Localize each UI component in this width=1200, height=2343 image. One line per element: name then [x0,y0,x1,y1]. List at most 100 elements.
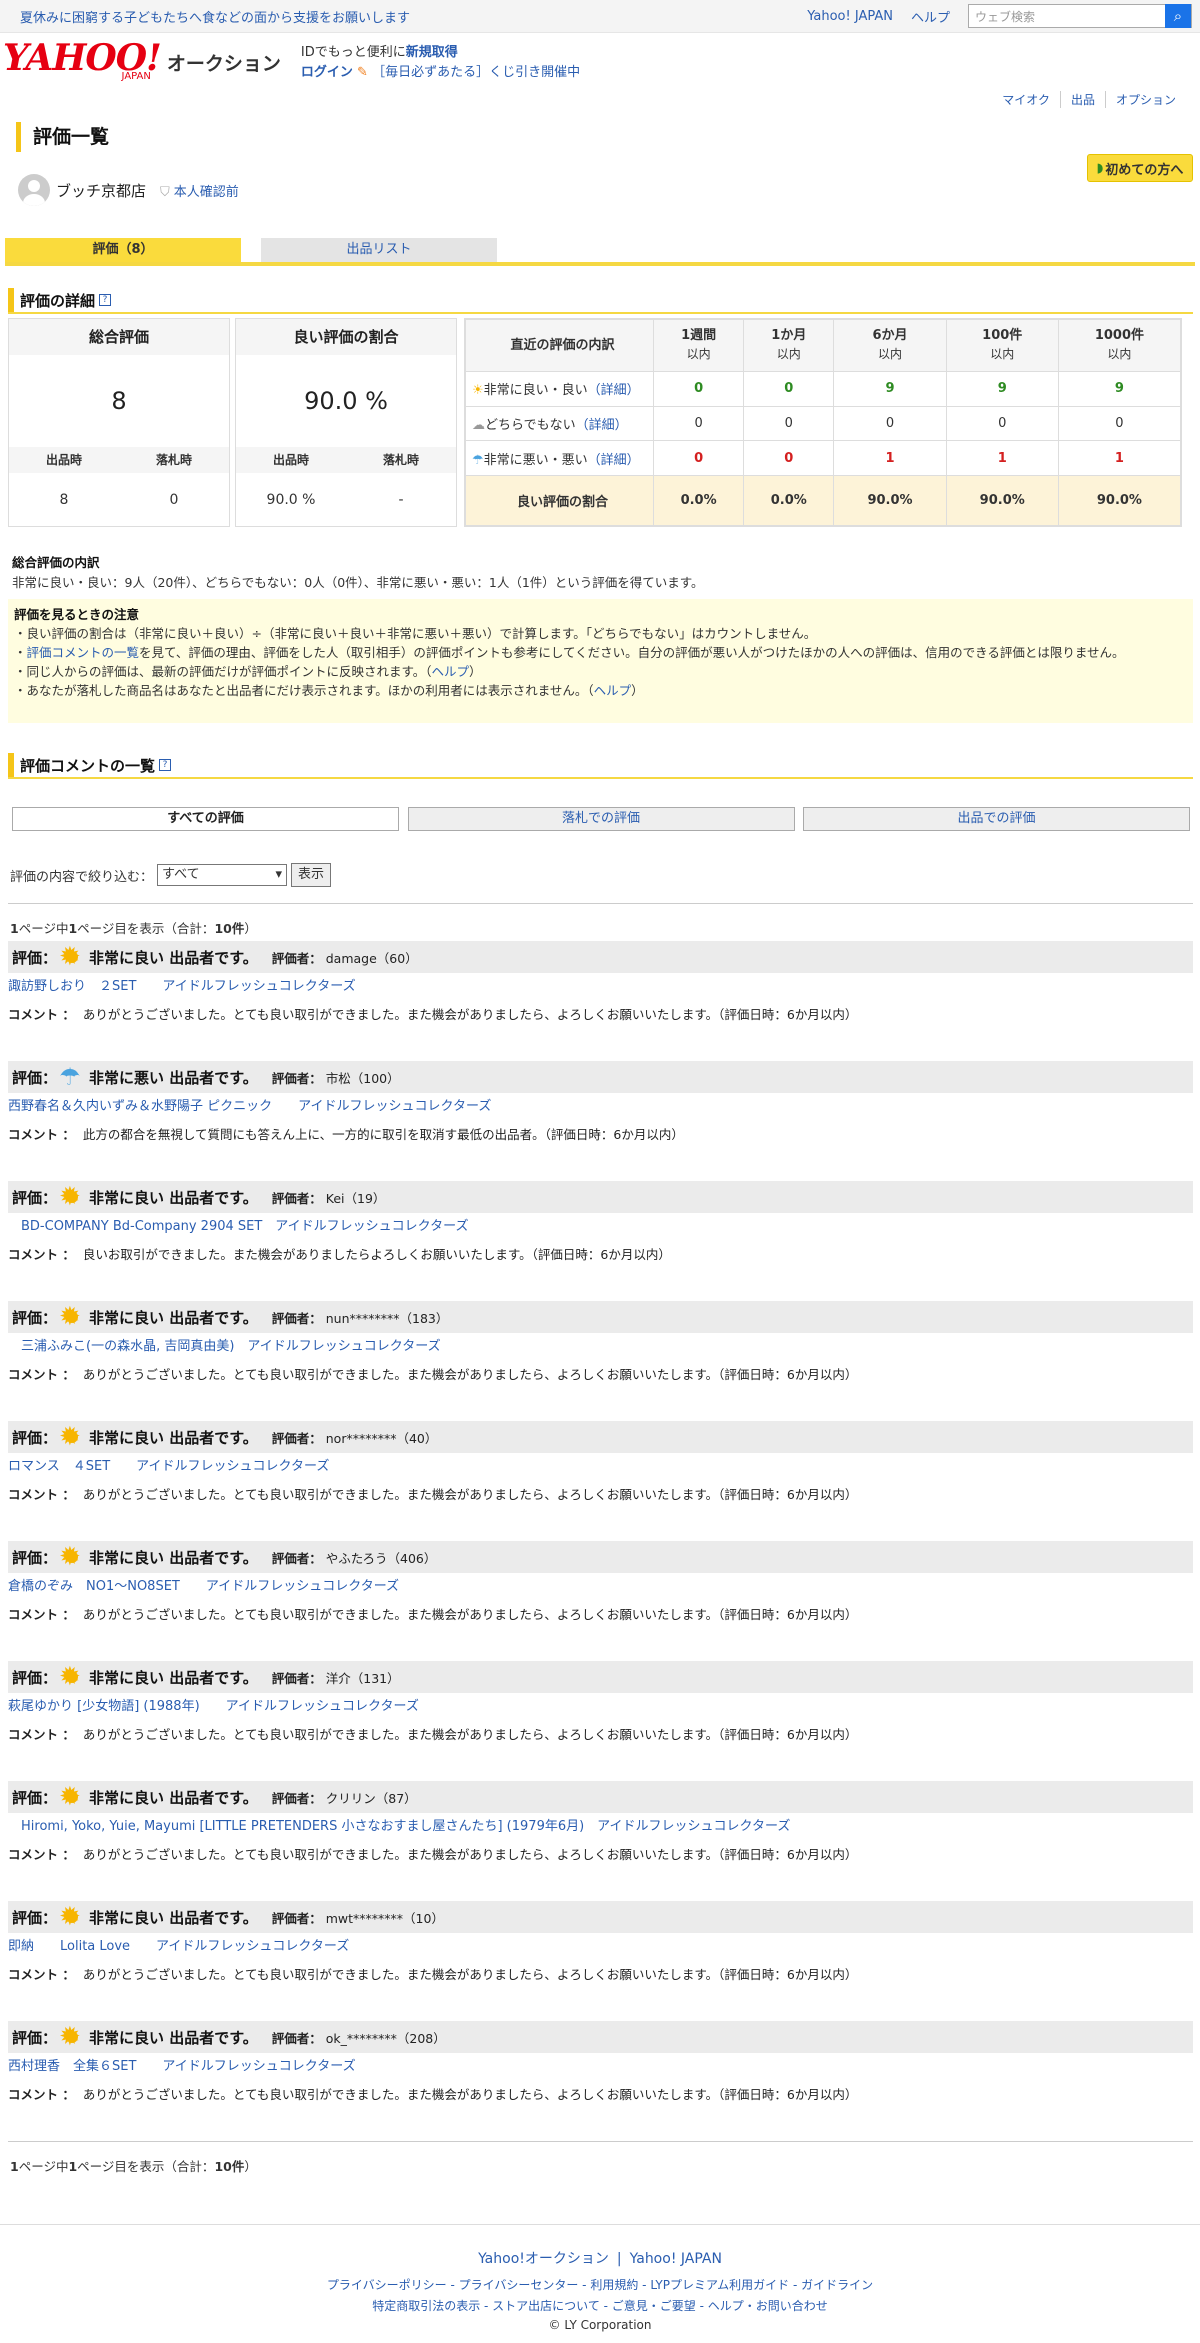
page-title: 評価一覧 [16,122,1200,152]
rater-link[interactable]: クリリン（87） [326,1791,417,1806]
footer-tokusho[interactable]: 特定商取引法の表示 [372,2299,480,2313]
filter-sold[interactable]: 出品での評価 [803,807,1190,831]
rating-summary: 総合評価 8 出品時 落札時 80 良い評価の割合 90.0 % 出品時 落札時 9… [8,318,1193,527]
narrow-select[interactable]: すべて [157,864,288,886]
umbrella-icon: ☂ [59,1063,81,1091]
help-link-1[interactable]: ヘルプ [432,664,470,679]
footer-yjapan-link[interactable]: Yahoo! JAPAN [630,2251,722,2267]
tab-rating[interactable]: 評価（8） [5,238,241,262]
first-time-button[interactable]: ◗ 初めての方へ [1087,154,1193,182]
pager-top: 1ページ中1ページ目を表示（合計：10件） [10,921,257,936]
comment-entry: 評価： 非常に良い 出品者です。評価者： Kei（19） BD-COMPANY B… [8,1181,1193,1301]
sun-icon [59,1302,85,1332]
row-good: ☀非常に良い・良い（詳細） 00999 [465,371,1182,407]
item-link[interactable]: 西野春名＆久内いずみ＆水野陽子 ピクニック アイドルフレッシュコレクターズ [8,1099,491,1114]
item-link[interactable]: 西村理香 全集６SET アイドルフレッシュコレクターズ [8,2059,356,2074]
row-ratio: 良い評価の割合 0.0% 0.0% 90.0% 90.0% 90.0% [465,475,1182,526]
rater-link[interactable]: 洋介（131） [326,1671,400,1686]
sun-icon [59,1662,85,1692]
yahoo-japan-link[interactable]: Yahoo! JAPAN [807,9,893,24]
rating-label: 評価： [12,1188,58,1207]
filter-won[interactable]: 落札での評価 [407,807,795,831]
item-link[interactable]: ロマンス ４SET アイドルフレッシュコレクターズ [8,1459,329,1474]
help-icon[interactable]: ? [99,294,112,306]
sun-icon [59,1902,85,1932]
footer: Yahoo!オークション | Yahoo! JAPAN プライバシーポリシー - プ… [0,2224,1200,2343]
promo-link[interactable]: 夏休みに困窮する子どもたちへ食などの面から支援をお願いします [20,7,807,26]
help-link-2[interactable]: ヘルプ [594,683,632,698]
item-link[interactable]: 萩尾ゆかり [少女物語] (1988年) アイドルフレッシュコレクターズ [8,1699,419,1714]
rater-link[interactable]: やふたろう（406） [326,1551,437,1566]
good-ratio-box: 良い評価の割合 90.0 % 出品時 落札時 90.0 % - [235,318,457,527]
service-name[interactable]: オークション [167,49,281,76]
rater-link[interactable]: Kei（19） [326,1191,386,1206]
tab-listing[interactable]: 出品リスト [261,238,497,262]
item-link[interactable]: 即納 Lolita Love アイドルフレッシュコレクターズ [8,1939,349,1954]
footer-guideline[interactable]: ガイドライン [801,2278,873,2292]
rating-label: 評価： [12,1668,58,1687]
avatar [18,174,50,206]
footer-privacy-policy[interactable]: プライバシーポリシー [327,2278,447,2292]
comment-entry: 評価： 非常に良い 出品者です。評価者： クリリン（87） Hiromi, Yok… [8,1781,1193,1901]
footer-help[interactable]: ヘルプ・お問い合わせ [708,2299,828,2313]
rater-link[interactable]: 市松（100） [326,1071,400,1086]
login-link[interactable]: ログイン [301,65,353,80]
comment-entry: 評価： 非常に良い 出品者です。評価者： ok_********（208） 西村理香… [8,2021,1193,2141]
rating-label: 評価： [12,1428,58,1447]
comment-list-link[interactable]: 評価コメントの一覧 [27,645,140,660]
rater-link[interactable]: mwt********（10） [326,1911,444,1926]
comment-header: 評価： 非常に良い 出品者です。評価者： nun********（183） [8,1301,1193,1333]
sun-icon [59,1782,85,1812]
rater: 評価者： nun********（183） [271,1310,449,1326]
comment-text: コメント ：ありがとうございました。とても良い取引ができました。また機会がありま… [8,1367,858,1382]
footer-feedback[interactable]: ご意見・ご要望 [612,2299,696,2313]
item-link[interactable]: Hiromi, Yoko, Yuie, Mayumi [LITTLE PRETE… [8,1819,790,1834]
show-button[interactable]: 表示 [291,863,332,887]
search-input[interactable]: ウェブ検索 [969,8,1165,25]
id-text: IDでもっと便利に [300,45,406,60]
item-link[interactable]: 諏訪野しおり ２SET アイドルフレッシュコレクターズ [8,979,356,994]
yahoo-logo[interactable]: YAHOO! JAPAN [3,40,162,82]
item-link[interactable]: BD-COMPANY Bd-Company 2904 SET アイドルフレッシュ… [8,1219,469,1234]
item-link[interactable]: 倉橋のぞみ NO1〜NO8SET アイドルフレッシュコレクターズ [8,1579,399,1594]
umbrella-icon: ☂ [472,452,484,468]
detail-link-neutral[interactable]: （詳細） [576,418,628,433]
item-link[interactable]: 三浦ふみこ(一の森水晶, 吉岡真由美) アイドルフレッシュコレクターズ [8,1339,441,1354]
nav-option[interactable]: オプション [1104,90,1186,108]
rating-label: 評価： [12,1788,58,1807]
comment-text: コメント ：ありがとうございました。とても良い取引ができました。また機会がありま… [8,1607,858,1622]
search-icon[interactable]: ⌕ [1165,4,1191,28]
help-icon[interactable]: ? [159,759,172,771]
lottery-link[interactable]: ［毎日必ずあたる］くじ引き開催中 [372,65,580,80]
verify-status[interactable]: ⛉ 本人確認前 [160,181,239,200]
nav-myauc[interactable]: マイオク [992,91,1060,108]
filter-all[interactable]: すべての評価 [12,807,399,831]
nav-sell[interactable]: 出品 [1059,90,1105,108]
rating-breakdown: 総合評価の内訳 非常に良い・良い：9人（20件）、どちらでもない：0人（0件）、… [12,555,704,590]
footer-terms[interactable]: 利用規約 [590,2278,638,2292]
detail-link-bad[interactable]: （詳細） [588,453,640,468]
rating-label: 評価： [12,948,58,967]
rater-link[interactable]: damage（60） [326,951,418,966]
rater: 評価者： やふたろう（406） [271,1550,437,1566]
rating-type: 非常に良い 出品者です。 [89,1188,258,1207]
copyright: © LY Corporation [548,2318,652,2332]
comment-list: 評価：非常に良い 出品者です。評価者： damage（60）諏訪野しおり ２SE… [0,941,1200,2141]
footer-yauc-link[interactable]: Yahoo!オークション [478,2251,609,2267]
signup-link[interactable]: 新規取得 [406,45,458,60]
detail-title: 評価の詳細 [20,291,96,310]
web-search: ウェブ検索 ⌕ [968,4,1192,28]
comment-entry: 評価： 非常に良い 出品者です。評価者： nun********（183） 三浦ふ… [8,1301,1193,1421]
footer-store[interactable]: ストア出店について [492,2299,600,2313]
footer-lyp-guide[interactable]: LYPプレミアム利用ガイド [650,2278,789,2292]
rater-link[interactable]: nun********（183） [326,1311,449,1326]
rating-type: 非常に良い 出品者です。 [89,1428,258,1447]
rater-link[interactable]: ok_********（208） [326,2031,446,2046]
detail-section-header: 評価の詳細? [8,288,1193,314]
footer-privacy-center[interactable]: プライバシーセンター [459,2278,579,2292]
rater-link[interactable]: nor********（40） [326,1431,438,1446]
detail-link-good[interactable]: （詳細） [588,383,640,398]
help-link[interactable]: ヘルプ [911,7,950,26]
rating-label: 評価： [12,1068,58,1087]
good-ratio-value: 90.0 % [304,387,388,415]
